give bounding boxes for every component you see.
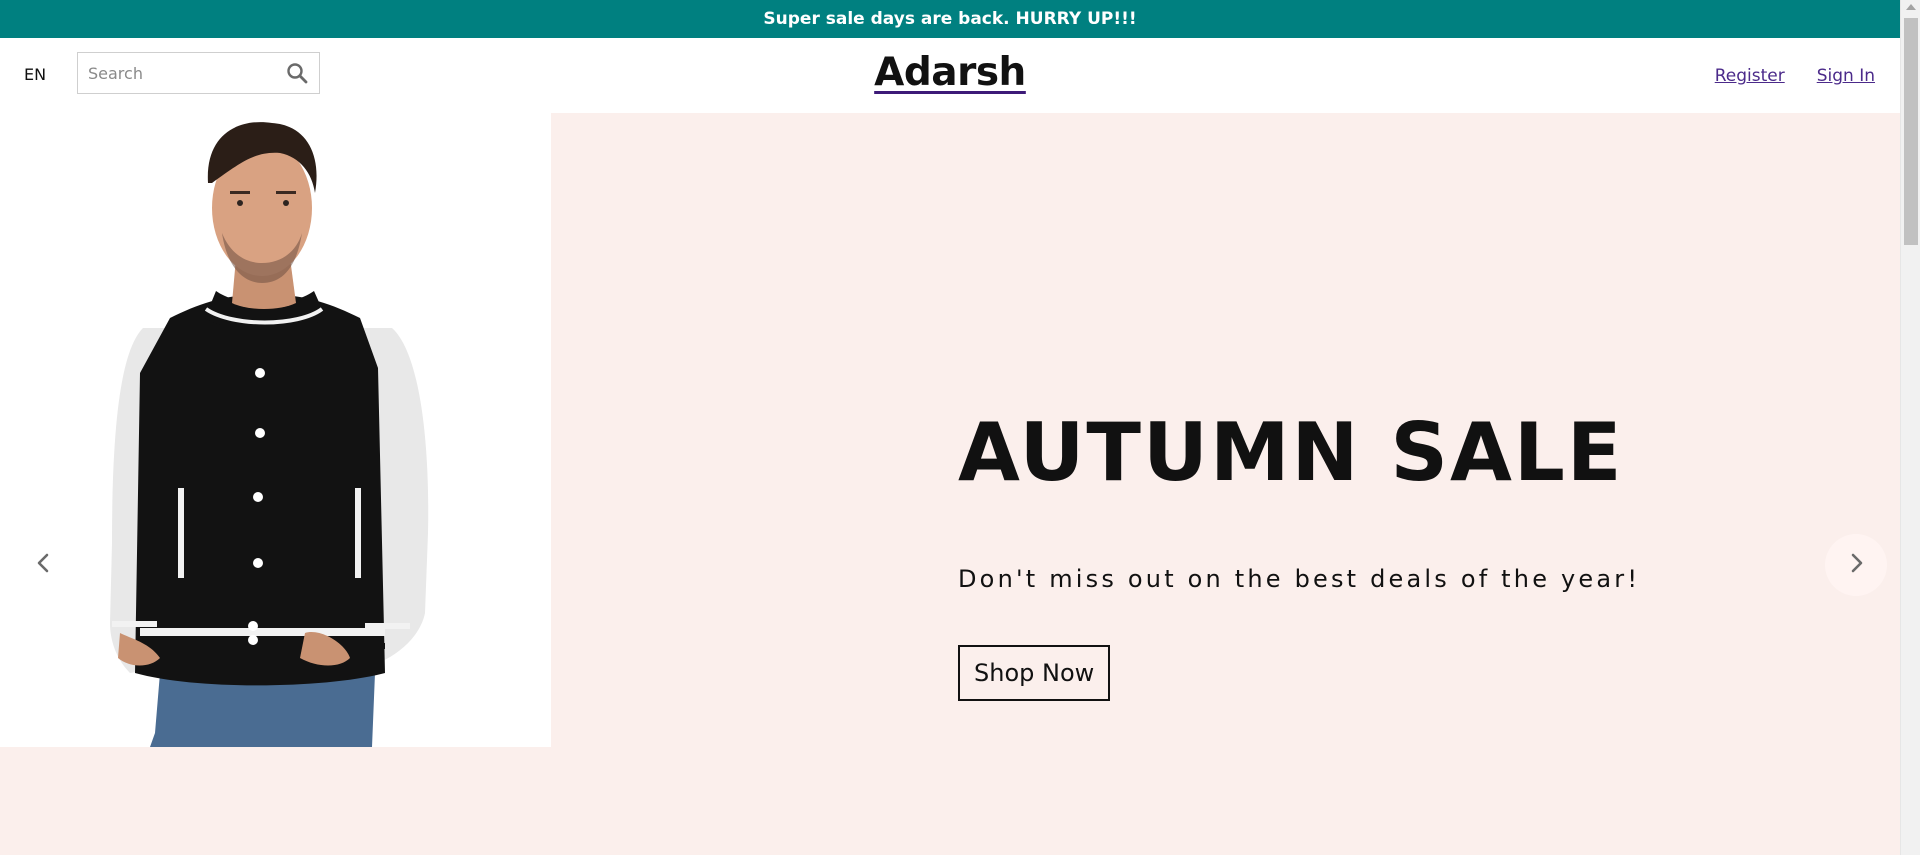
language-selector[interactable]: EN — [24, 65, 46, 84]
hero-subtitle: Don't miss out on the best deals of the … — [958, 565, 1641, 593]
vertical-scrollbar[interactable] — [1900, 0, 1920, 855]
hero-title: AUTUMN SALE — [958, 406, 1624, 499]
logo[interactable]: Adarsh — [874, 50, 1026, 95]
search-input[interactable] — [78, 53, 280, 93]
signin-link[interactable]: Sign In — [1817, 66, 1875, 86]
search-box[interactable] — [77, 52, 320, 94]
navbar: EN Adarsh Register Sign In — [0, 38, 1900, 113]
slider-prev-button[interactable] — [13, 534, 75, 596]
search-icon[interactable] — [285, 61, 309, 85]
shop-now-button[interactable]: Shop Now — [958, 645, 1111, 701]
announcement-bar: Super sale days are back. HURRY UP!!! — [0, 0, 1900, 38]
chevron-right-icon — [1844, 551, 1868, 579]
product-jacket-image — [0, 113, 551, 747]
hero-content: AUTUMN SALE Don't miss out on the best d… — [958, 413, 1640, 701]
hero-slider: AUTUMN SALE Don't miss out on the best d… — [0, 113, 1900, 855]
scroll-up-arrow-icon[interactable] — [1906, 4, 1916, 10]
chevron-left-icon — [32, 551, 56, 579]
auth-links: Register Sign In — [1715, 66, 1875, 86]
slider-next-button[interactable] — [1825, 534, 1887, 596]
scroll-thumb[interactable] — [1904, 18, 1918, 245]
register-link[interactable]: Register — [1715, 66, 1785, 86]
announcement-text: Super sale days are back. HURRY UP!!! — [763, 9, 1137, 29]
page: Super sale days are back. HURRY UP!!! EN… — [0, 0, 1920, 855]
